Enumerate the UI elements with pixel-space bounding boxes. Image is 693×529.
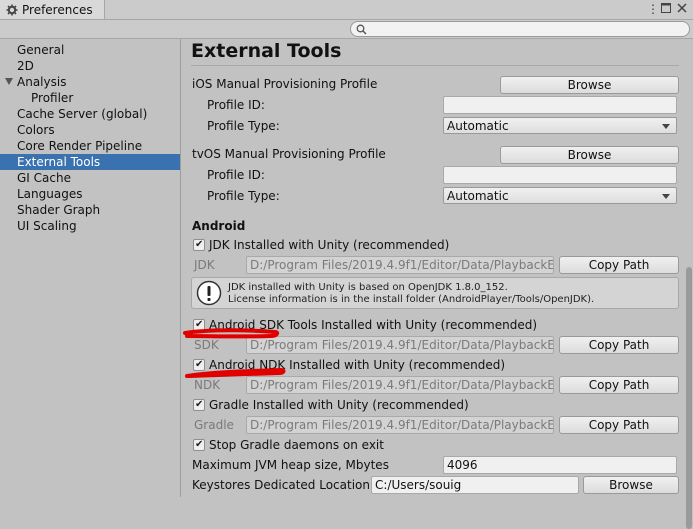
- jdk-path-field[interactable]: D:/Program Files/2019.4.9f1/Editor/Data/…: [246, 256, 554, 274]
- keystores-label: Keystores Dedicated Location: [192, 478, 370, 492]
- expand-caret-icon[interactable]: [5, 78, 13, 85]
- sdk-path-field[interactable]: D:/Program Files/2019.4.9f1/Editor/Data/…: [246, 336, 554, 354]
- sidebar: General 2D Analysis Profiler Cache Serve…: [0, 39, 180, 497]
- sidebar-item-colors[interactable]: Colors: [0, 122, 180, 138]
- sidebar-item-languages[interactable]: Languages: [0, 186, 180, 202]
- checkmark-icon: ✔: [195, 439, 204, 450]
- ios-provisioning-label: iOS Manual Provisioning Profile: [192, 77, 378, 91]
- checkmark-icon: ✔: [195, 399, 204, 410]
- chevron-down-icon: [662, 194, 670, 199]
- jdk-path-label: JDK: [194, 258, 215, 272]
- red-underline-annotation: [185, 367, 286, 378]
- main-panel: External Tools iOS Manual Provisioning P…: [181, 39, 693, 497]
- dropdown-value: Automatic: [447, 189, 509, 203]
- gradle-path-field[interactable]: D:/Program Files/2019.4.9f1/Editor/Data/…: [246, 416, 554, 434]
- ios-browse-button[interactable]: Browse: [500, 76, 679, 94]
- sidebar-item-general[interactable]: General: [0, 42, 180, 58]
- android-section-label: Android: [192, 219, 246, 233]
- search-icon: [356, 24, 367, 35]
- sidebar-item-label: Analysis: [17, 75, 67, 89]
- tvos-profile-type-dropdown[interactable]: Automatic: [443, 187, 677, 204]
- title-bar: Preferences ⋮: [0, 0, 693, 20]
- tvos-provisioning-label: tvOS Manual Provisioning Profile: [192, 147, 386, 161]
- jdk-checkbox[interactable]: ✔: [193, 239, 205, 251]
- scrollbar-thumb[interactable]: [686, 267, 692, 529]
- close-icon[interactable]: [677, 3, 687, 13]
- tvos-browse-button[interactable]: Browse: [500, 146, 679, 164]
- sidebar-item-gi-cache[interactable]: GI Cache: [0, 170, 180, 186]
- sidebar-item-label: Shader Graph: [17, 203, 101, 217]
- gear-icon: [6, 4, 18, 15]
- vertical-scrollbar[interactable]: [685, 39, 693, 529]
- sidebar-item-label: Colors: [17, 123, 55, 137]
- ios-profile-id-field[interactable]: [443, 96, 677, 114]
- info-text-line: JDK installed with Unity is based on Ope…: [228, 282, 508, 293]
- sidebar-item-label: UI Scaling: [17, 219, 77, 233]
- keystores-browse-button[interactable]: Browse: [583, 476, 679, 494]
- sidebar-item-label: Profiler: [31, 91, 74, 105]
- maximize-icon[interactable]: [661, 3, 671, 13]
- info-text-line: License information is in the install fo…: [228, 294, 595, 305]
- window-title: Preferences: [22, 2, 93, 17]
- chevron-down-icon: [662, 124, 670, 129]
- red-underline-annotation: [183, 328, 280, 339]
- sidebar-item-label: Core Render Pipeline: [17, 139, 143, 153]
- sidebar-item-external-tools[interactable]: External Tools: [0, 154, 180, 170]
- sidebar-item-label: Cache Server (global): [17, 107, 148, 121]
- tvos-profile-id-field[interactable]: [443, 166, 677, 184]
- dropdown-value: Automatic: [447, 119, 509, 133]
- sidebar-item-profiler[interactable]: Profiler: [0, 90, 180, 106]
- preferences-tab[interactable]: Preferences: [0, 0, 105, 19]
- ios-profile-type-dropdown[interactable]: Automatic: [443, 117, 677, 134]
- sidebar-item-ui-scaling[interactable]: UI Scaling: [0, 218, 180, 234]
- gradle-copy-path-button[interactable]: Copy Path: [559, 416, 679, 434]
- jdk-checkbox-label: JDK Installed with Unity (recommended): [209, 238, 450, 252]
- sidebar-item-cache-server[interactable]: Cache Server (global): [0, 106, 180, 122]
- gradle-path-label: Gradle: [194, 418, 234, 432]
- divider: [191, 65, 679, 66]
- jdk-info-box: JDK installed with Unity is based on Ope…: [191, 277, 679, 309]
- stop-gradle-label: Stop Gradle daemons on exit: [209, 438, 384, 452]
- sidebar-item-2d[interactable]: 2D: [0, 58, 180, 74]
- gradle-checkbox[interactable]: ✔: [193, 399, 205, 411]
- kebab-menu-icon[interactable]: ⋮: [647, 2, 659, 16]
- sidebar-item-label: General: [17, 43, 65, 57]
- jdk-copy-path-button[interactable]: Copy Path: [559, 256, 679, 274]
- tvos-profile-type-label: Profile Type:: [207, 189, 280, 203]
- sidebar-item-label: External Tools: [17, 155, 101, 169]
- ios-profile-id-label: Profile ID:: [207, 98, 265, 112]
- sidebar-item-label: Languages: [17, 187, 83, 201]
- sidebar-item-core-render-pipeline[interactable]: Core Render Pipeline: [0, 138, 180, 154]
- sidebar-item-label: GI Cache: [17, 171, 71, 185]
- checkmark-icon: ✔: [195, 239, 204, 250]
- toolbar: [0, 20, 693, 39]
- sidebar-item-analysis[interactable]: Analysis: [0, 74, 180, 90]
- page-title: External Tools: [191, 40, 342, 62]
- info-icon: [196, 280, 222, 306]
- gradle-checkbox-label: Gradle Installed with Unity (recommended…: [209, 398, 469, 412]
- jvm-heap-field[interactable]: 4096: [443, 456, 677, 474]
- sdk-copy-path-button[interactable]: Copy Path: [559, 336, 679, 354]
- ndk-path-label: NDK: [194, 378, 221, 392]
- ndk-path-field[interactable]: D:/Program Files/2019.4.9f1/Editor/Data/…: [246, 376, 554, 394]
- ios-profile-type-label: Profile Type:: [207, 119, 280, 133]
- search-input[interactable]: [350, 21, 690, 37]
- sidebar-item-shader-graph[interactable]: Shader Graph: [0, 202, 180, 218]
- sidebar-item-label: 2D: [17, 59, 34, 73]
- tvos-profile-id-label: Profile ID:: [207, 168, 265, 182]
- stop-gradle-checkbox[interactable]: ✔: [193, 439, 205, 451]
- ndk-copy-path-button[interactable]: Copy Path: [559, 376, 679, 394]
- jvm-heap-label: Maximum JVM heap size, Mbytes: [192, 458, 389, 472]
- keystores-path-field[interactable]: C:/Users/souig: [371, 476, 579, 494]
